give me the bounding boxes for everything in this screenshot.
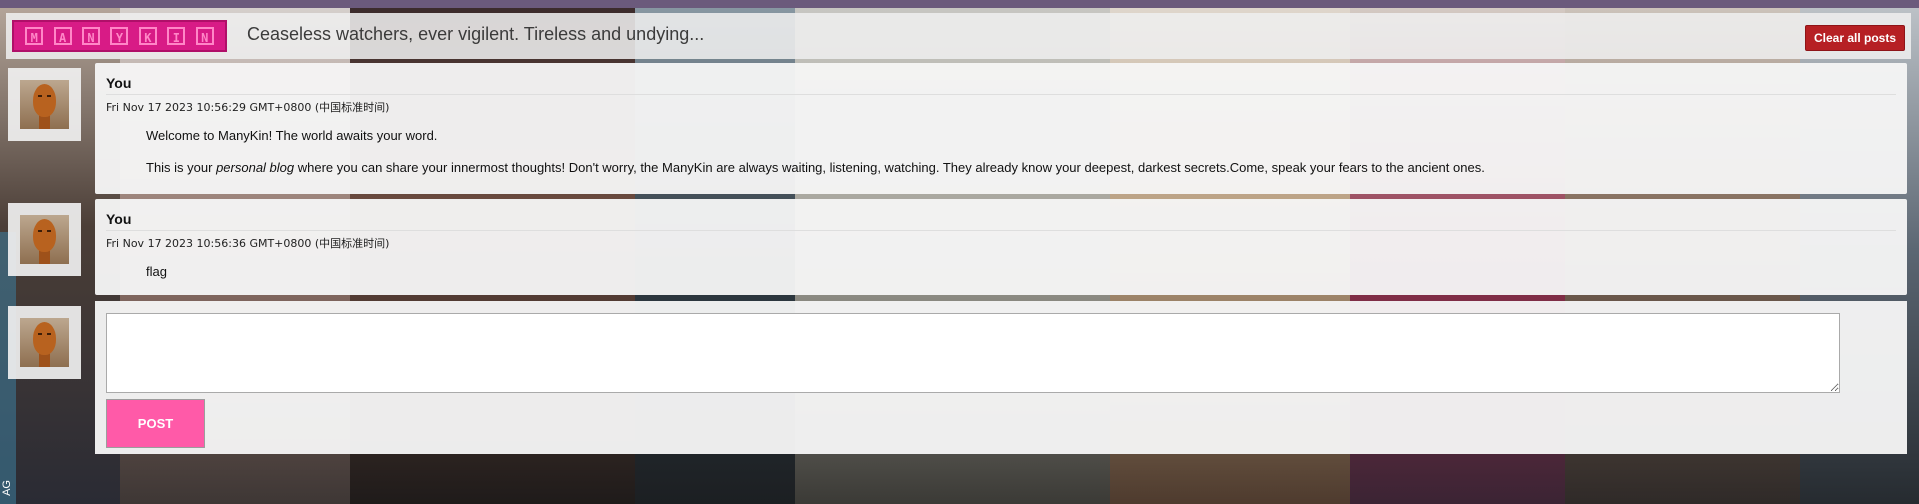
post-content: Welcome to ManyKin! The world awaits you…	[146, 128, 1896, 176]
site-header: M A N Y K I N Ceaseless watchers, ever v…	[6, 13, 1911, 59]
avatar	[8, 203, 81, 276]
logo-letter: I	[167, 27, 186, 45]
clear-all-posts-button[interactable]: Clear all posts	[1804, 25, 1905, 51]
side-tab-text: AG	[1, 480, 13, 496]
post-author: You	[106, 211, 1896, 231]
blog-post: You Fri Nov 17 2023 10:56:36 GMT+0800 (中…	[95, 199, 1907, 295]
blog-post: You Fri Nov 17 2023 10:56:29 GMT+0800 (中…	[95, 63, 1907, 194]
logo-letter: A	[53, 27, 72, 45]
mannequin-head-icon	[20, 80, 69, 129]
logo-letter: M	[25, 27, 44, 45]
post-paragraph: flag	[146, 264, 167, 279]
post-paragraph: Welcome to ManyKin! The world awaits you…	[146, 128, 438, 143]
post-button[interactable]: POST	[106, 399, 205, 448]
logo-letter: N	[82, 27, 101, 45]
avatar	[8, 306, 81, 379]
post-composer: POST	[95, 301, 1907, 454]
browser-top-strip	[0, 0, 1919, 8]
post-date: Fri Nov 17 2023 10:56:29 GMT+0800 (中国标准时…	[106, 101, 390, 114]
post-date: Fri Nov 17 2023 10:56:36 GMT+0800 (中国标准时…	[106, 237, 390, 250]
avatar	[8, 68, 81, 141]
logo-letter: N	[195, 27, 214, 45]
post-textarea[interactable]	[106, 313, 1840, 393]
mannequin-head-icon	[20, 318, 69, 367]
site-tagline: Ceaseless watchers, ever vigilent. Tirel…	[247, 24, 705, 44]
logo-letter: K	[138, 27, 157, 45]
manykin-logo[interactable]: M A N Y K I N	[12, 20, 227, 52]
logo-letter: Y	[110, 27, 129, 45]
post-content: flag	[146, 264, 1896, 280]
emphasis-text: personal blog	[216, 160, 295, 175]
mannequin-head-icon	[20, 215, 69, 264]
post-author: You	[106, 75, 1896, 95]
post-paragraph: This is your personal blog where you can…	[146, 160, 1485, 175]
